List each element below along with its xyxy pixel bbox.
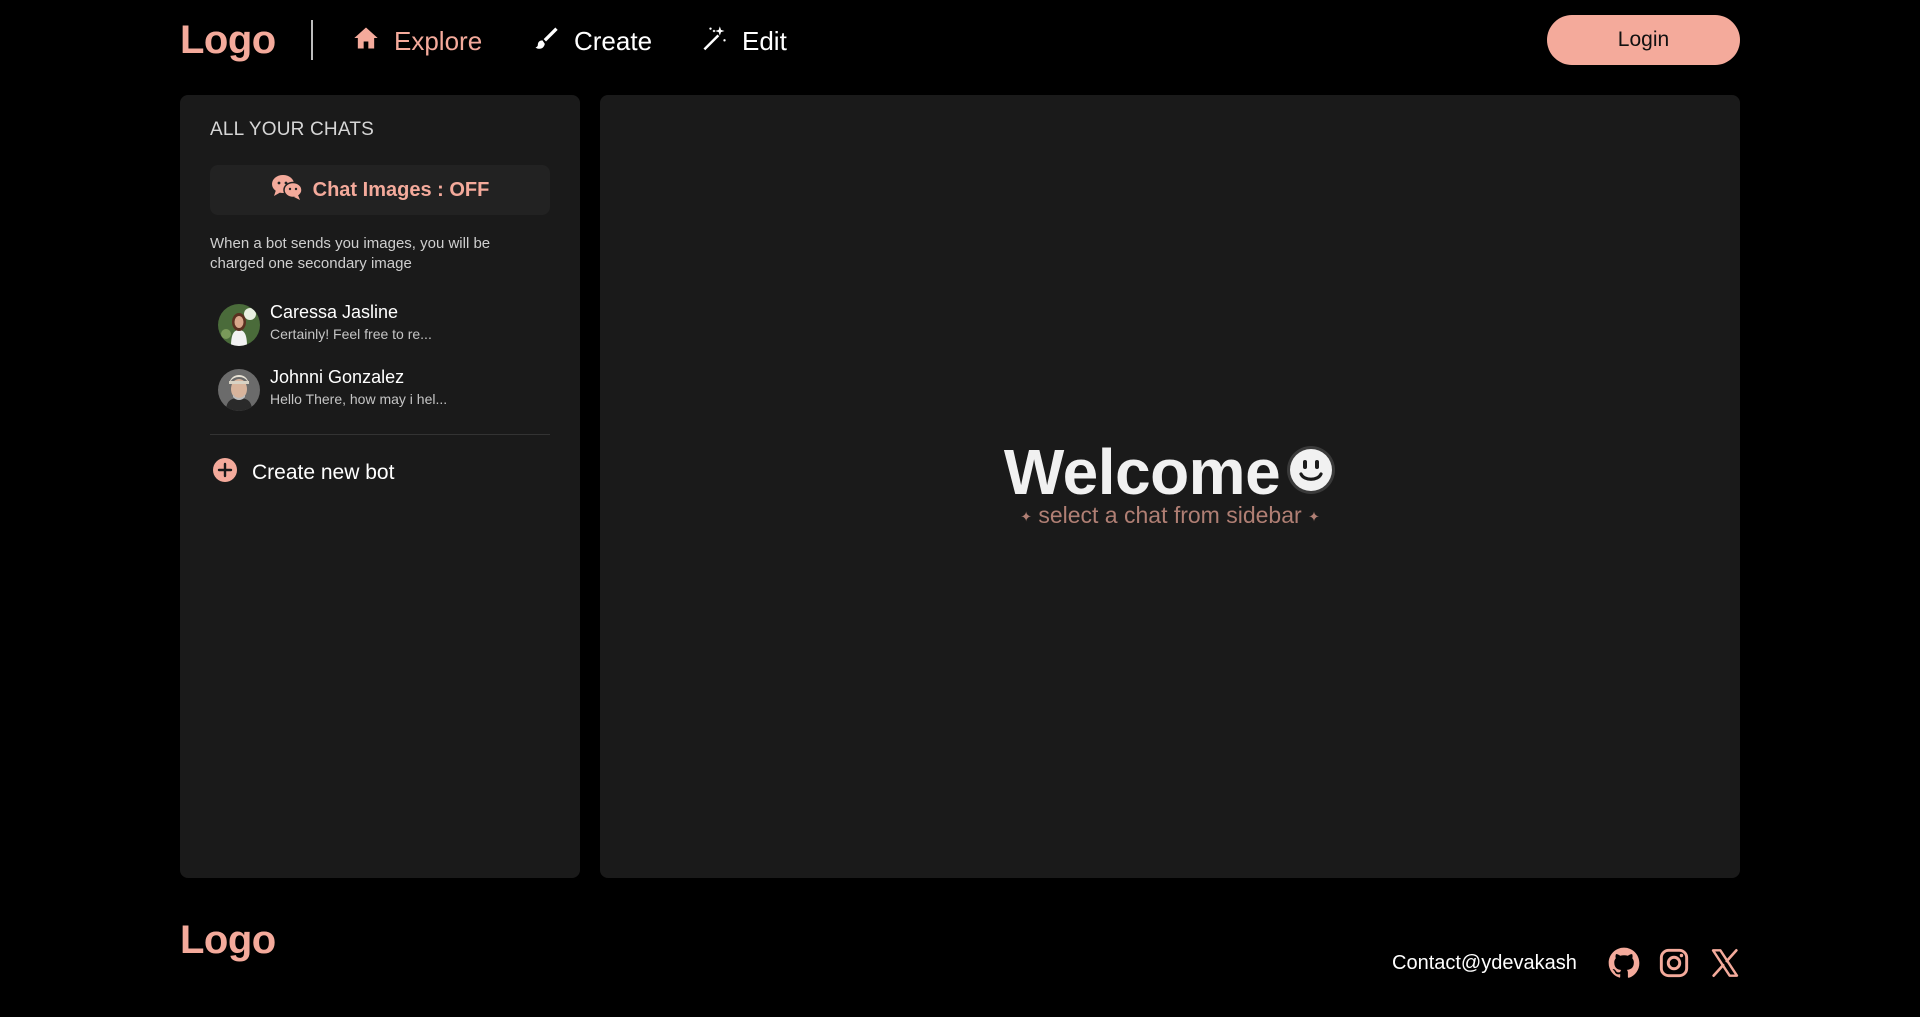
smiley-icon bbox=[1286, 445, 1336, 500]
login-button[interactable]: Login bbox=[1547, 15, 1740, 65]
top-nav-bar: Logo Explore Create Edit Login bbox=[0, 0, 1920, 80]
sparkle-icon: ✦ bbox=[1308, 508, 1320, 525]
logo[interactable]: Logo bbox=[180, 18, 276, 63]
chat-sidebar: ALL YOUR CHATS Chat Images : OFF When a … bbox=[180, 95, 580, 878]
chat-list-item[interactable]: Johnni Gonzalez Hello There, how may i h… bbox=[218, 365, 558, 417]
chat-main-panel: Welcome ✦ select a chat from sidebar ✦ bbox=[600, 95, 1740, 878]
create-new-bot-button[interactable]: Create new bot bbox=[212, 457, 394, 489]
chat-images-toggle[interactable]: Chat Images : OFF bbox=[210, 165, 550, 215]
x-logo-icon[interactable] bbox=[1709, 947, 1741, 979]
create-new-bot-label: Create new bot bbox=[252, 461, 395, 484]
avatar bbox=[218, 304, 260, 346]
brush-icon bbox=[532, 24, 560, 59]
sidebar-divider bbox=[210, 434, 550, 435]
welcome-text: Welcome bbox=[1003, 436, 1281, 508]
sidebar-title: ALL YOUR CHATS bbox=[210, 119, 374, 140]
chat-list-item[interactable]: Caressa Jasline Certainly! Feel free to … bbox=[218, 300, 558, 352]
welcome-subtitle-text: select a chat from sidebar bbox=[1038, 502, 1302, 528]
magic-wand-icon bbox=[700, 24, 728, 59]
chat-images-hint: When a bot sends you images, you will be… bbox=[210, 235, 491, 272]
chat-name: Caressa Jasline bbox=[270, 302, 399, 322]
chat-preview: Certainly! Feel free to re... bbox=[270, 326, 432, 342]
nav-edit[interactable]: Edit bbox=[700, 24, 787, 58]
nav-create[interactable]: Create bbox=[532, 24, 652, 58]
home-icon bbox=[352, 24, 380, 59]
nav-edit-label: Edit bbox=[742, 25, 787, 56]
sparkle-icon: ✦ bbox=[1020, 508, 1032, 525]
footer-logo[interactable]: Logo bbox=[180, 918, 276, 963]
nav-divider bbox=[311, 20, 313, 60]
chat-bubbles-icon bbox=[271, 173, 303, 207]
chat-preview: Hello There, how may i hel... bbox=[270, 391, 448, 407]
nav-explore[interactable]: Explore bbox=[352, 24, 482, 58]
welcome-subtitle: ✦ select a chat from sidebar ✦ bbox=[600, 502, 1740, 529]
contact-link[interactable]: Contact@ydevakash bbox=[1392, 952, 1577, 975]
github-icon[interactable] bbox=[1608, 947, 1640, 979]
instagram-icon[interactable] bbox=[1658, 947, 1690, 979]
nav-create-label: Create bbox=[574, 25, 653, 56]
chat-name: Johnni Gonzalez bbox=[270, 367, 405, 387]
nav-explore-label: Explore bbox=[394, 25, 483, 56]
welcome-heading: Welcome bbox=[600, 435, 1740, 509]
plus-circle-icon bbox=[212, 457, 238, 489]
avatar bbox=[218, 369, 260, 411]
chat-images-toggle-label: Chat Images : OFF bbox=[312, 178, 490, 201]
